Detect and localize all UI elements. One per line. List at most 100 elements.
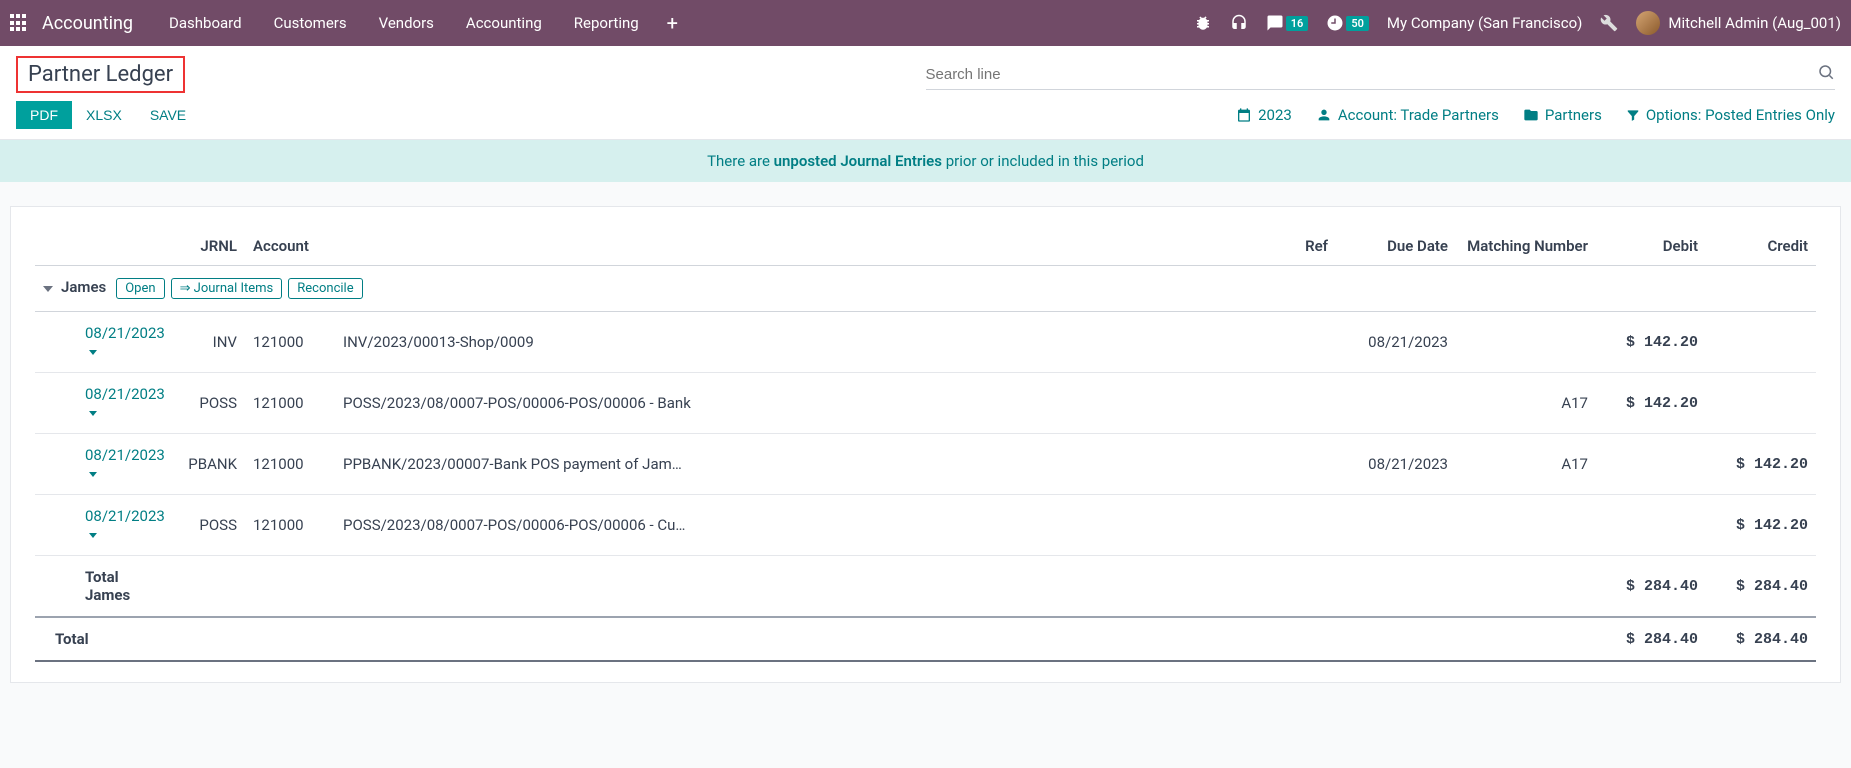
menu-vendors[interactable]: Vendors [363, 2, 450, 44]
cell-jrnl: POSS [175, 373, 245, 434]
cell-ref: POSS/2023/08/0007-POS/00006-POS/00006 - … [335, 373, 1336, 434]
open-button[interactable]: Open [116, 278, 164, 299]
messages-icon[interactable]: 16 [1266, 14, 1309, 32]
date-link[interactable]: 08/21/2023 [85, 507, 165, 543]
page-title: Partner Ledger [16, 56, 185, 93]
total-debit: $ 284.40 [1596, 556, 1706, 618]
alert-bold: unposted Journal Entries [774, 152, 942, 170]
cell-jrnl: POSS [175, 495, 245, 556]
col-credit: Credit [1706, 227, 1816, 266]
alert-post: prior or included in this period [942, 152, 1144, 170]
ledger-table: JRNL Account Ref Due Date Matching Numbe… [35, 227, 1816, 662]
journal-items-button[interactable]: ⇒ Journal Items [171, 278, 283, 299]
col-account: Account [245, 227, 335, 266]
partner-row: James Open ⇒ Journal ItemsReconcile [35, 266, 1816, 312]
app-brand[interactable]: Accounting [42, 13, 133, 34]
save-button[interactable]: SAVE [136, 101, 200, 129]
grand-total-row: Total$ 284.40$ 284.40 [35, 617, 1816, 661]
bug-icon[interactable] [1194, 14, 1212, 32]
company-switcher[interactable]: My Company (San Francisco) [1387, 14, 1582, 32]
grand-credit: $ 284.40 [1706, 617, 1816, 661]
menu-accounting[interactable]: Accounting [450, 2, 558, 44]
col-ref: Ref [335, 227, 1336, 266]
cell-account: 121000 [245, 495, 335, 556]
cell-jrnl: INV [175, 312, 245, 373]
user-name: Mitchell Admin (Aug_001) [1668, 14, 1841, 32]
cell-credit: $ 142.20 [1706, 434, 1816, 495]
filter-account[interactable]: Account: Trade Partners [1316, 106, 1499, 124]
filter-date-label: 2023 [1258, 106, 1292, 124]
activities-badge: 50 [1346, 16, 1369, 31]
date-link[interactable]: 08/21/2023 [85, 446, 165, 482]
user-menu[interactable]: Mitchell Admin (Aug_001) [1636, 11, 1841, 35]
search-icon[interactable] [1817, 63, 1835, 85]
systray: 16 50 My Company (San Francisco) Mitchel… [1194, 11, 1841, 35]
messages-badge: 16 [1286, 16, 1309, 31]
report-area: JRNL Account Ref Due Date Matching Numbe… [0, 182, 1851, 707]
cell-ref: POSS/2023/08/0007-POS/00006-POS/00006 - … [335, 495, 1336, 556]
partner-total-row: Total James $ 284.40$ 284.40 [35, 556, 1816, 618]
date-link[interactable]: 08/21/2023 [85, 385, 165, 421]
cell-debit: $ 142.20 [1596, 312, 1706, 373]
col-match: Matching Number [1456, 227, 1596, 266]
alert-pre: There are [707, 152, 774, 170]
cell-match [1456, 495, 1596, 556]
date-link[interactable]: 08/21/2023 [85, 324, 165, 360]
filter-partners-label: Partners [1545, 106, 1602, 124]
cell-ref: INV/2023/00013-Shop/0009 [335, 312, 1336, 373]
table-row: 08/21/2023 POSS121000POSS/2023/08/0007-PO… [35, 373, 1816, 434]
col-jrnl: JRNL [175, 227, 245, 266]
cell-match: A17 [1456, 434, 1596, 495]
col-debit: Debit [1596, 227, 1706, 266]
cell-due [1336, 373, 1456, 434]
avatar [1636, 11, 1660, 35]
filter-account-label: Account: Trade Partners [1338, 106, 1499, 124]
top-nav: Accounting Dashboard Customers Vendors A… [0, 0, 1851, 46]
pdf-button[interactable]: PDF [16, 101, 72, 129]
main-menu: Dashboard Customers Vendors Accounting R… [153, 2, 655, 44]
grand-debit: $ 284.40 [1596, 617, 1706, 661]
caret-icon[interactable] [43, 286, 53, 292]
cell-due: 08/21/2023 [1336, 312, 1456, 373]
cell-match [1456, 312, 1596, 373]
cell-match: A17 [1456, 373, 1596, 434]
support-icon[interactable] [1230, 14, 1248, 32]
menu-customers[interactable]: Customers [258, 2, 363, 44]
menu-reporting[interactable]: Reporting [558, 2, 655, 44]
cell-debit: $ 142.20 [1596, 373, 1706, 434]
table-row: 08/21/2023 PBANK121000PPBANK/2023/00007-B… [35, 434, 1816, 495]
activities-icon[interactable]: 50 [1326, 14, 1369, 32]
xlsx-button[interactable]: XLSX [72, 101, 136, 129]
unposted-alert[interactable]: There are unposted Journal Entries prior… [0, 140, 1851, 182]
new-icon[interactable]: + [655, 11, 690, 35]
col-due: Due Date [1336, 227, 1456, 266]
cell-account: 121000 [245, 373, 335, 434]
cell-credit: $ 142.20 [1706, 495, 1816, 556]
filter-partners[interactable]: Partners [1523, 106, 1602, 124]
table-row: 08/21/2023 INV121000INV/2023/00013-Shop/0… [35, 312, 1816, 373]
control-panel: Partner Ledger PDF XLSX SAVE 2023 Accoun… [0, 46, 1851, 140]
report-card: JRNL Account Ref Due Date Matching Numbe… [10, 206, 1841, 683]
cell-account: 121000 [245, 434, 335, 495]
table-row: 08/21/2023 POSS121000POSS/2023/08/0007-PO… [35, 495, 1816, 556]
cell-account: 121000 [245, 312, 335, 373]
cell-due [1336, 495, 1456, 556]
cell-due: 08/21/2023 [1336, 434, 1456, 495]
export-buttons: PDF XLSX SAVE [16, 101, 200, 129]
search-box [926, 59, 1836, 90]
filter-options[interactable]: Options: Posted Entries Only [1626, 106, 1835, 124]
cell-jrnl: PBANK [175, 434, 245, 495]
partner-name: James [61, 278, 106, 296]
total-credit: $ 284.40 [1706, 556, 1816, 618]
report-filters: 2023 Account: Trade Partners Partners Op… [1236, 106, 1835, 124]
search-input[interactable] [926, 66, 1818, 83]
filter-date[interactable]: 2023 [1236, 106, 1292, 124]
reconcile-button[interactable]: Reconcile [288, 278, 362, 299]
apps-icon[interactable] [10, 14, 28, 32]
cell-debit [1596, 495, 1706, 556]
total-label: Total James [35, 556, 175, 618]
filter-options-label: Options: Posted Entries Only [1646, 106, 1835, 124]
cell-ref: PPBANK/2023/00007-Bank POS payment of Ja… [335, 434, 1336, 495]
debug-tools-icon[interactable] [1600, 14, 1618, 32]
menu-dashboard[interactable]: Dashboard [153, 2, 258, 44]
